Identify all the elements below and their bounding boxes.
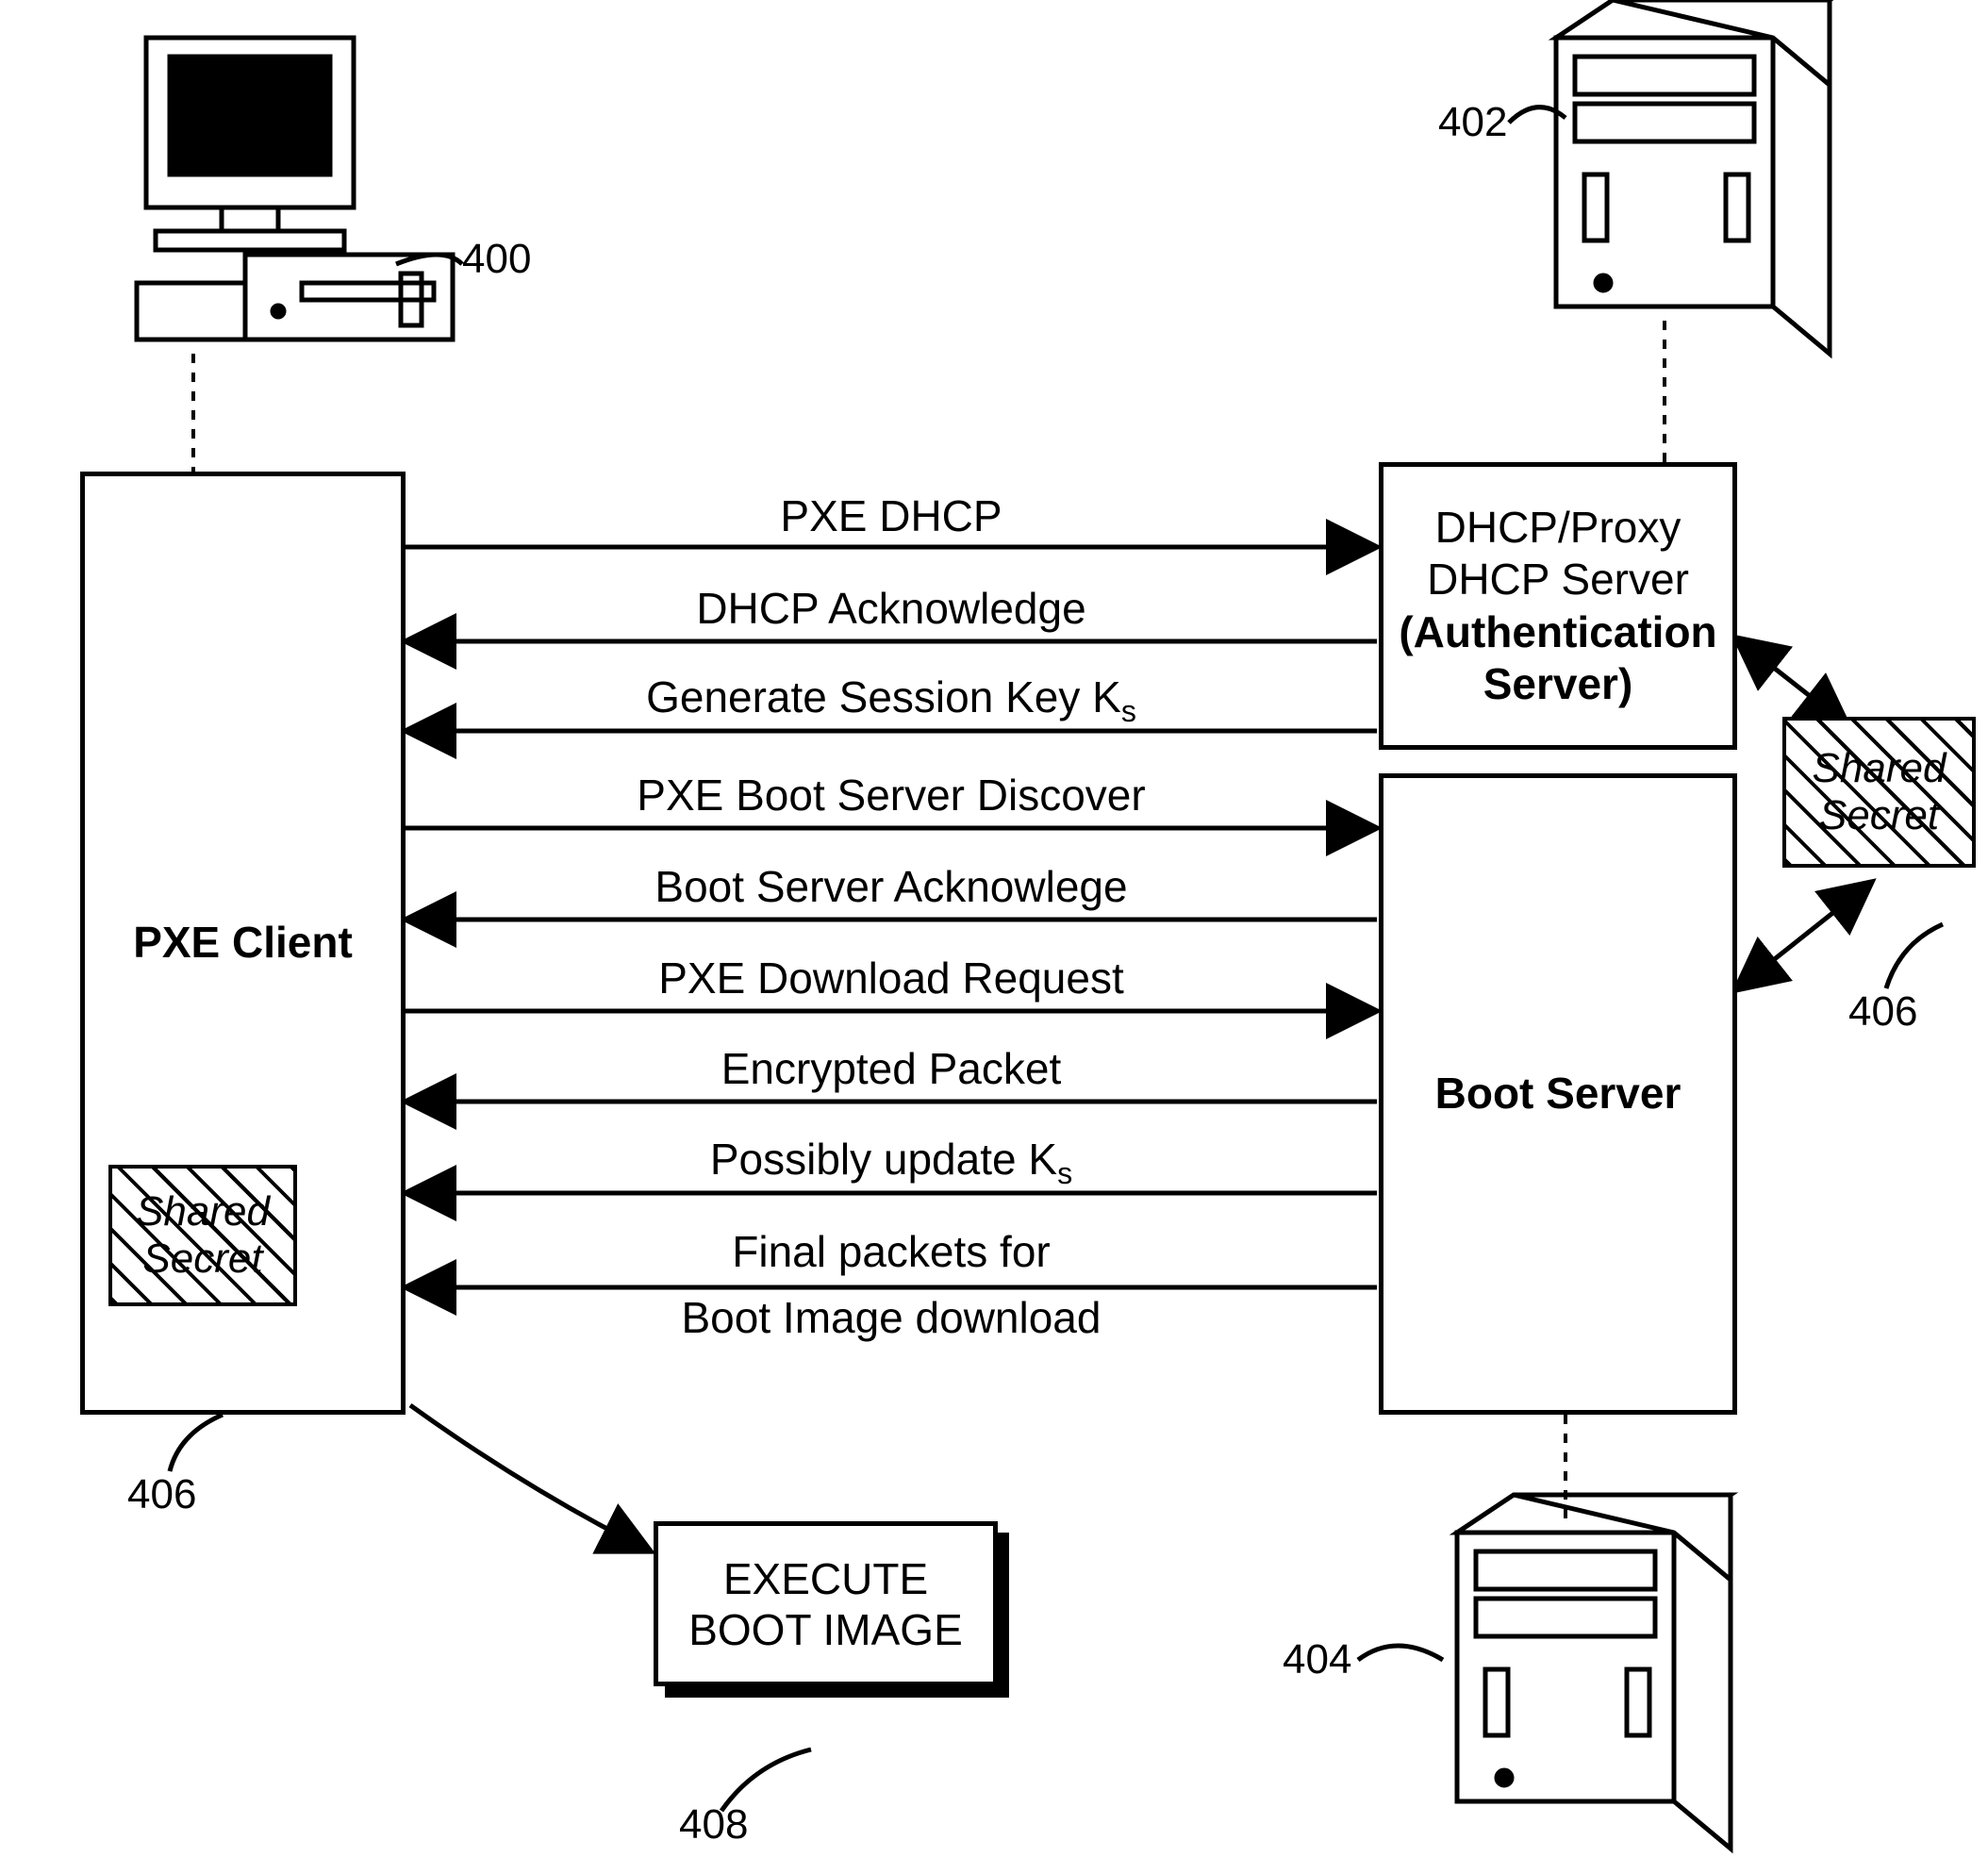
- shared-secret-right: SharedSecret: [1782, 717, 1976, 868]
- secret-right-l2: Secret: [1819, 792, 1939, 838]
- exec-l2: BOOT IMAGE: [688, 1604, 963, 1655]
- boot-server-label: Boot Server: [1435, 1068, 1682, 1119]
- shared-secret-left: SharedSecret: [108, 1165, 297, 1306]
- dhcp-line1: DHCP/Proxy: [1435, 502, 1682, 554]
- msg-dhcp-ack: DHCP Acknowledge: [406, 583, 1377, 634]
- msg-download-req: PXE Download Request: [406, 953, 1377, 1003]
- boot-server-icon: [1457, 1495, 1731, 1849]
- boot-server-box: Boot Server: [1379, 773, 1737, 1415]
- secret-left-l1: Shared: [136, 1188, 270, 1235]
- ref-400: 400: [462, 236, 531, 283]
- dhcp-server-icon: [1556, 0, 1830, 354]
- pxe-client-label: PXE Client: [133, 917, 353, 969]
- msg-update-ks: Possibly update Ks: [406, 1134, 1377, 1191]
- msg-final-1: Final packets for: [406, 1226, 1377, 1277]
- ref-408: 408: [679, 1801, 748, 1849]
- msg-final-2: Boot Image download: [406, 1292, 1377, 1343]
- secret-right-l1: Shared: [1813, 745, 1947, 791]
- msg-gen-session-key: Generate Session Key Ks: [406, 672, 1377, 729]
- exec-l1: EXECUTE: [723, 1553, 928, 1604]
- dhcp-line2: DHCP Server: [1427, 554, 1689, 605]
- dhcp-line3: (Authentication: [1399, 606, 1716, 658]
- ref-406-right: 406: [1848, 988, 1917, 1036]
- ref-404: 404: [1283, 1636, 1351, 1683]
- secret-left-l2: Secret: [142, 1235, 262, 1282]
- msg-boot-ack: Boot Server Acknowlege: [406, 861, 1377, 912]
- client-pc-icon: [137, 38, 453, 340]
- ref-406-left: 406: [127, 1471, 196, 1518]
- msg-encrypted: Encrypted Packet: [406, 1043, 1377, 1094]
- execute-boot-image-box: EXECUTE BOOT IMAGE: [654, 1521, 998, 1686]
- msg-boot-discover: PXE Boot Server Discover: [406, 770, 1377, 821]
- diagram-canvas: PXE Client DHCP/Proxy DHCP Server (Authe…: [0, 0, 1988, 1857]
- dhcp-line4: Server): [1483, 658, 1633, 710]
- dhcp-server-box: DHCP/Proxy DHCP Server (Authentication S…: [1379, 462, 1737, 750]
- ref-402: 402: [1438, 99, 1507, 146]
- msg-pxe-dhcp: PXE DHCP: [406, 490, 1377, 541]
